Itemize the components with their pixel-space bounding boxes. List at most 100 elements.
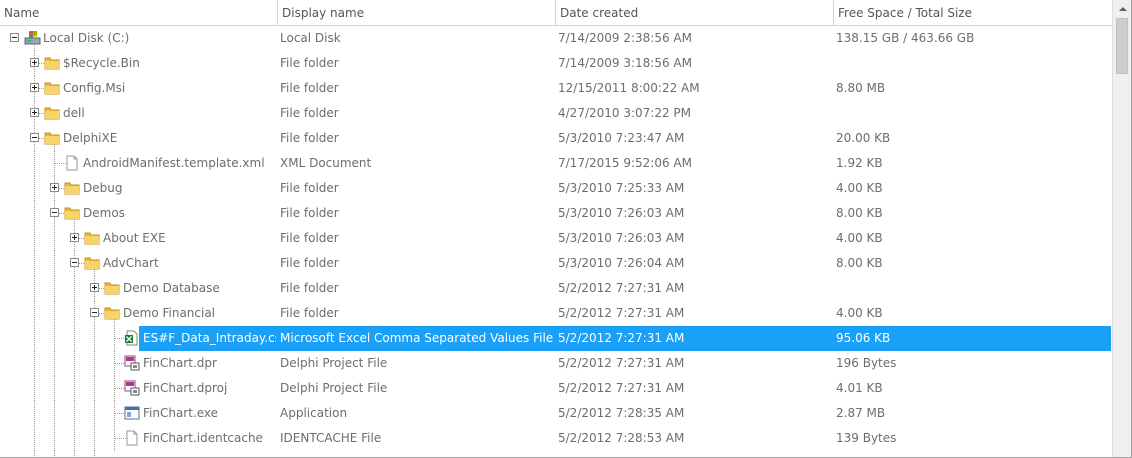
file-tree-view[interactable]: Name Display name Date created Free Spac… <box>0 0 1132 458</box>
row-name: DelphiXE <box>63 131 118 145</box>
collapse-icon[interactable] <box>30 133 39 142</box>
collapse-icon[interactable] <box>70 258 79 267</box>
row-display-name: IDENTCACHE File <box>280 431 382 445</box>
row-name: AndroidManifest.template.xml <box>83 156 265 170</box>
row-free-space: 4.00 KB <box>836 181 883 195</box>
row-display-name: File folder <box>280 56 339 70</box>
collapse-icon[interactable] <box>90 308 99 317</box>
tree-connector <box>74 301 75 326</box>
row-name: FinChart.exe <box>143 406 219 420</box>
row-name: Local Disk (C:) <box>43 31 130 45</box>
table-row[interactable]: Config.Msi File folder 12/15/2011 8:00:22 … <box>0 76 1112 101</box>
file-icon <box>124 430 140 446</box>
tree-connector <box>74 426 75 451</box>
tree-connector <box>34 426 35 451</box>
table-row[interactable]: FinChart.dpr Delphi Project File 5/2/2012 … <box>0 351 1112 376</box>
table-row[interactable]: ES#F_Data_Intraday.csv Microsoft Excel Co… <box>0 326 1112 351</box>
table-row[interactable]: FinChart.dproj Delphi Project File 5/2/201… <box>0 376 1112 401</box>
table-row[interactable]: Demo Database File folder 5/2/2012 7:27:31… <box>0 276 1112 301</box>
table-row[interactable]: $Recycle.Bin File folder 7/14/2009 3:18:56… <box>0 51 1112 76</box>
row-free-space: 8.00 KB <box>836 256 883 270</box>
row-name: AdvChart <box>103 256 159 270</box>
folder-icon <box>104 305 120 321</box>
table-row[interactable]: FinChart.exe Application 5/2/2012 7:28:35 … <box>0 401 1112 426</box>
scroll-up-arrow-icon[interactable] <box>1113 0 1131 17</box>
column-header-free-space[interactable]: Free Space / Total Size <box>834 0 1112 25</box>
tree-connector <box>54 426 55 451</box>
row-date-created: 5/3/2010 7:26:03 AM <box>558 206 685 220</box>
table-row[interactable]: dell File folder 4/27/2010 3:07:22 PM <box>0 101 1112 126</box>
table-row[interactable]: Demo Financial File folder 5/2/2012 7:27:3… <box>0 301 1112 326</box>
row-date-created: 4/27/2010 3:07:22 PM <box>558 106 692 120</box>
expand-icon[interactable] <box>70 233 79 242</box>
tree-connector <box>94 326 95 351</box>
table-row[interactable]: FinChart.identcache IDENTCACHE File 5/2/20… <box>0 426 1112 451</box>
table-row[interactable]: DelphiXE File folder 5/3/2010 7:23:47 AM 20… <box>0 126 1112 151</box>
column-header-name[interactable]: Name <box>0 0 278 25</box>
row-free-space: 138.15 GB / 463.66 GB <box>836 31 975 45</box>
row-free-space: 8.00 KB <box>836 206 883 220</box>
row-display-name: File folder <box>280 281 339 295</box>
column-header-display-name[interactable]: Display name <box>278 0 556 25</box>
tree-connector <box>34 376 35 401</box>
row-free-space: 4.00 KB <box>836 231 883 245</box>
row-free-space <box>836 101 1110 126</box>
vertical-scrollbar[interactable] <box>1112 0 1131 457</box>
table-row[interactable]: About EXE File folder 5/3/2010 7:26:03 AM 4… <box>0 226 1112 251</box>
column-header-date-created[interactable]: Date created <box>556 0 834 25</box>
delphi-project-icon <box>124 380 140 396</box>
row-free-space: 4.01 KB <box>836 381 883 395</box>
excel-csv-icon <box>124 330 140 346</box>
table-row[interactable]: Local Disk (C:) Local Disk 7/14/2009 2:38:… <box>0 26 1112 51</box>
row-display-name: File folder <box>280 81 339 95</box>
tree-connector <box>34 401 35 426</box>
tree-connector <box>54 451 55 457</box>
table-row[interactable] <box>0 451 1112 457</box>
row-free-space: 8.80 MB <box>836 81 886 95</box>
tree-connector <box>34 326 35 351</box>
expand-icon[interactable] <box>30 108 39 117</box>
tree-connector <box>34 301 35 326</box>
row-free-space: 2.87 MB <box>836 406 886 420</box>
row-date-created: 5/3/2010 7:23:47 AM <box>558 131 685 145</box>
collapse-icon[interactable] <box>10 33 19 42</box>
row-date-created: 5/2/2012 7:27:31 AM <box>558 331 685 345</box>
table-row[interactable]: AndroidManifest.template.xml XML Document… <box>0 151 1112 176</box>
row-display-name: Microsoft Excel Comma Separated Values F… <box>280 331 554 345</box>
row-display-name: XML Document <box>280 156 372 170</box>
row-date-created: 5/2/2012 7:27:31 AM <box>558 356 685 370</box>
tree-connector <box>54 226 55 251</box>
tree-connector <box>74 451 75 457</box>
expand-icon[interactable] <box>30 58 39 67</box>
tree-connector <box>54 301 55 326</box>
row-display-name: Local Disk <box>280 31 341 45</box>
row-name: Debug <box>83 181 123 195</box>
row-date-created: 5/3/2010 7:26:04 AM <box>558 256 685 270</box>
row-name: About EXE <box>103 231 166 245</box>
expand-icon[interactable] <box>30 83 39 92</box>
tree-connector <box>34 151 35 176</box>
tree-connector <box>34 351 35 376</box>
tree-connector <box>74 351 75 376</box>
folder-icon <box>84 255 100 271</box>
row-display-name: File folder <box>280 256 339 270</box>
row-name: FinChart.dproj <box>143 381 228 395</box>
row-date-created: 5/3/2010 7:25:33 AM <box>558 181 685 195</box>
table-row[interactable]: AdvChart File folder 5/3/2010 7:26:04 AM 8.… <box>0 251 1112 276</box>
tree-rows: Local Disk (C:) Local Disk 7/14/2009 2:38:… <box>0 26 1112 457</box>
delphi-project-icon <box>124 355 140 371</box>
row-display-name: File folder <box>280 106 339 120</box>
row-date-created: 7/17/2015 9:52:06 AM <box>558 156 692 170</box>
table-row[interactable]: Debug File folder 5/3/2010 7:25:33 AM 4.00 … <box>0 176 1112 201</box>
collapse-icon[interactable] <box>50 208 59 217</box>
row-date-created: 7/14/2009 2:38:56 AM <box>558 31 692 45</box>
row-free-space <box>836 276 1110 301</box>
tree-connector <box>54 376 55 401</box>
scroll-thumb[interactable] <box>1116 18 1128 74</box>
expand-icon[interactable] <box>50 183 59 192</box>
row-free-space: 1.92 KB <box>836 156 883 170</box>
table-row[interactable]: Demos File folder 5/3/2010 7:26:03 AM 8.00 … <box>0 201 1112 226</box>
row-name: ES#F_Data_Intraday.csv <box>143 331 276 345</box>
row-name: FinChart.identcache <box>143 431 263 445</box>
expand-icon[interactable] <box>90 283 99 292</box>
